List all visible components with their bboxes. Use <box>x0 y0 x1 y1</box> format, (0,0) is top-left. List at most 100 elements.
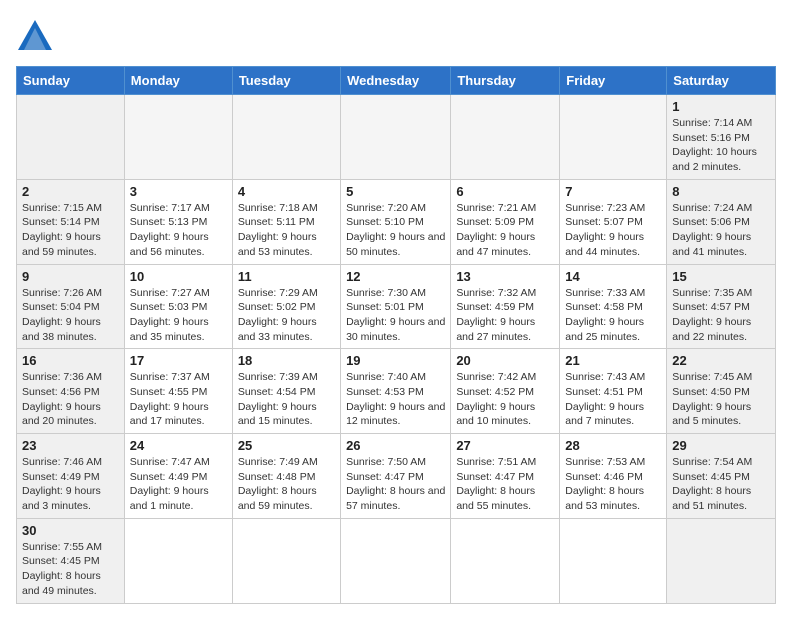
day-number: 14 <box>565 269 661 284</box>
day-info: Sunrise: 7:21 AM Sunset: 5:09 PM Dayligh… <box>456 201 554 260</box>
logo-icon <box>16 16 54 54</box>
day-info: Sunrise: 7:45 AM Sunset: 4:50 PM Dayligh… <box>672 370 770 429</box>
day-number: 30 <box>22 523 119 538</box>
calendar-cell <box>451 518 560 603</box>
calendar-cell <box>232 95 340 180</box>
day-number: 25 <box>238 438 335 453</box>
day-number: 7 <box>565 184 661 199</box>
calendar-cell <box>667 518 776 603</box>
day-number: 1 <box>672 99 770 114</box>
day-number: 29 <box>672 438 770 453</box>
page-header <box>16 16 776 54</box>
day-info: Sunrise: 7:18 AM Sunset: 5:11 PM Dayligh… <box>238 201 335 260</box>
calendar-week-5: 23 Sunrise: 7:46 AM Sunset: 4:49 PM Dayli… <box>17 434 776 519</box>
day-info: Sunrise: 7:54 AM Sunset: 4:45 PM Dayligh… <box>672 455 770 514</box>
day-number: 20 <box>456 353 554 368</box>
day-number: 12 <box>346 269 445 284</box>
calendar-cell: 16Sunrise: 7:36 AM Sunset: 4:56 PM Dayli… <box>17 349 125 434</box>
day-info: Sunrise: 7:33 AM Sunset: 4:58 PM Dayligh… <box>565 286 661 345</box>
column-header-wednesday: Wednesday <box>341 67 451 95</box>
day-number: 8 <box>672 184 770 199</box>
calendar-cell: 29 Sunrise: 7:54 AM Sunset: 4:45 PM Dayli… <box>667 434 776 519</box>
day-info: Sunrise: 7:55 AM Sunset: 4:45 PM Dayligh… <box>22 540 119 599</box>
day-number: 19 <box>346 353 445 368</box>
day-info: Sunrise: 7:24 AM Sunset: 5:06 PM Dayligh… <box>672 201 770 260</box>
calendar-cell: 10Sunrise: 7:27 AM Sunset: 5:03 PM Dayli… <box>124 264 232 349</box>
calendar-cell: 2 Sunrise: 7:15 AM Sunset: 5:14 PM Daylig… <box>17 179 125 264</box>
day-info: Sunrise: 7:50 AM Sunset: 4:47 PM Dayligh… <box>346 455 445 514</box>
column-header-tuesday: Tuesday <box>232 67 340 95</box>
calendar-cell: 17 Sunrise: 7:37 AM Sunset: 4:55 PM Dayli… <box>124 349 232 434</box>
day-info: Sunrise: 7:32 AM Sunset: 4:59 PM Dayligh… <box>456 286 554 345</box>
day-info: Sunrise: 7:39 AM Sunset: 4:54 PM Dayligh… <box>238 370 335 429</box>
calendar-cell: 4 Sunrise: 7:18 AM Sunset: 5:11 PM Daylig… <box>232 179 340 264</box>
calendar-week-1: 1 Sunrise: 7:14 AM Sunset: 5:16 PM Daylig… <box>17 95 776 180</box>
calendar-cell: 6 Sunrise: 7:21 AM Sunset: 5:09 PM Daylig… <box>451 179 560 264</box>
day-number: 9 <box>22 269 119 284</box>
calendar-table: SundayMondayTuesdayWednesdayThursdayFrid… <box>16 66 776 604</box>
calendar-cell <box>124 518 232 603</box>
calendar-cell: 19 Sunrise: 7:40 AM Sunset: 4:53 PM Dayli… <box>341 349 451 434</box>
day-number: 2 <box>22 184 119 199</box>
day-info: Sunrise: 7:37 AM Sunset: 4:55 PM Dayligh… <box>130 370 227 429</box>
logo <box>16 16 58 54</box>
calendar-cell: 12 Sunrise: 7:30 AM Sunset: 5:01 PM Dayli… <box>341 264 451 349</box>
column-header-thursday: Thursday <box>451 67 560 95</box>
calendar-cell: 30 Sunrise: 7:55 AM Sunset: 4:45 PM Dayli… <box>17 518 125 603</box>
calendar-cell <box>341 95 451 180</box>
day-info: Sunrise: 7:43 AM Sunset: 4:51 PM Dayligh… <box>565 370 661 429</box>
calendar-cell <box>124 95 232 180</box>
calendar-cell: 5Sunrise: 7:20 AM Sunset: 5:10 PM Daylig… <box>341 179 451 264</box>
day-info: Sunrise: 7:29 AM Sunset: 5:02 PM Dayligh… <box>238 286 335 345</box>
day-info: Sunrise: 7:20 AM Sunset: 5:10 PM Dayligh… <box>346 201 445 260</box>
calendar-cell: 20 Sunrise: 7:42 AM Sunset: 4:52 PM Dayli… <box>451 349 560 434</box>
column-header-friday: Friday <box>560 67 667 95</box>
day-number: 11 <box>238 269 335 284</box>
calendar-week-2: 2 Sunrise: 7:15 AM Sunset: 5:14 PM Daylig… <box>17 179 776 264</box>
calendar-cell: 3 Sunrise: 7:17 AM Sunset: 5:13 PM Daylig… <box>124 179 232 264</box>
day-number: 3 <box>130 184 227 199</box>
calendar-cell: 9 Sunrise: 7:26 AM Sunset: 5:04 PM Daylig… <box>17 264 125 349</box>
day-number: 16 <box>22 353 119 368</box>
day-number: 6 <box>456 184 554 199</box>
day-number: 18 <box>238 353 335 368</box>
day-info: Sunrise: 7:53 AM Sunset: 4:46 PM Dayligh… <box>565 455 661 514</box>
day-info: Sunrise: 7:49 AM Sunset: 4:48 PM Dayligh… <box>238 455 335 514</box>
calendar-cell: 23 Sunrise: 7:46 AM Sunset: 4:49 PM Dayli… <box>17 434 125 519</box>
day-info: Sunrise: 7:47 AM Sunset: 4:49 PM Dayligh… <box>130 455 227 514</box>
day-info: Sunrise: 7:46 AM Sunset: 4:49 PM Dayligh… <box>22 455 119 514</box>
day-info: Sunrise: 7:27 AM Sunset: 5:03 PM Dayligh… <box>130 286 227 345</box>
day-info: Sunrise: 7:14 AM Sunset: 5:16 PM Dayligh… <box>672 116 770 175</box>
day-number: 23 <box>22 438 119 453</box>
day-info: Sunrise: 7:15 AM Sunset: 5:14 PM Dayligh… <box>22 201 119 260</box>
day-number: 13 <box>456 269 554 284</box>
calendar-cell: 8 Sunrise: 7:24 AM Sunset: 5:06 PM Daylig… <box>667 179 776 264</box>
day-number: 4 <box>238 184 335 199</box>
calendar-cell: 14 Sunrise: 7:33 AM Sunset: 4:58 PM Dayli… <box>560 264 667 349</box>
calendar-cell: 11 Sunrise: 7:29 AM Sunset: 5:02 PM Dayli… <box>232 264 340 349</box>
day-number: 17 <box>130 353 227 368</box>
calendar-week-3: 9 Sunrise: 7:26 AM Sunset: 5:04 PM Daylig… <box>17 264 776 349</box>
calendar-cell: 24 Sunrise: 7:47 AM Sunset: 4:49 PM Dayli… <box>124 434 232 519</box>
calendar-cell: 26Sunrise: 7:50 AM Sunset: 4:47 PM Dayli… <box>341 434 451 519</box>
calendar-cell: 28 Sunrise: 7:53 AM Sunset: 4:46 PM Dayli… <box>560 434 667 519</box>
column-header-sunday: Sunday <box>17 67 125 95</box>
day-info: Sunrise: 7:26 AM Sunset: 5:04 PM Dayligh… <box>22 286 119 345</box>
calendar-cell <box>451 95 560 180</box>
day-number: 21 <box>565 353 661 368</box>
day-number: 28 <box>565 438 661 453</box>
day-info: Sunrise: 7:42 AM Sunset: 4:52 PM Dayligh… <box>456 370 554 429</box>
day-info: Sunrise: 7:30 AM Sunset: 5:01 PM Dayligh… <box>346 286 445 345</box>
day-info: Sunrise: 7:40 AM Sunset: 4:53 PM Dayligh… <box>346 370 445 429</box>
calendar-cell <box>17 95 125 180</box>
calendar-cell: 21 Sunrise: 7:43 AM Sunset: 4:51 PM Dayli… <box>560 349 667 434</box>
calendar-cell: 27Sunrise: 7:51 AM Sunset: 4:47 PM Dayli… <box>451 434 560 519</box>
calendar-cell: 25 Sunrise: 7:49 AM Sunset: 4:48 PM Dayli… <box>232 434 340 519</box>
day-info: Sunrise: 7:17 AM Sunset: 5:13 PM Dayligh… <box>130 201 227 260</box>
calendar-cell: 15Sunrise: 7:35 AM Sunset: 4:57 PM Dayli… <box>667 264 776 349</box>
calendar-cell <box>560 95 667 180</box>
day-info: Sunrise: 7:23 AM Sunset: 5:07 PM Dayligh… <box>565 201 661 260</box>
calendar-cell: 18 Sunrise: 7:39 AM Sunset: 4:54 PM Dayli… <box>232 349 340 434</box>
day-info: Sunrise: 7:35 AM Sunset: 4:57 PM Dayligh… <box>672 286 770 345</box>
day-number: 24 <box>130 438 227 453</box>
